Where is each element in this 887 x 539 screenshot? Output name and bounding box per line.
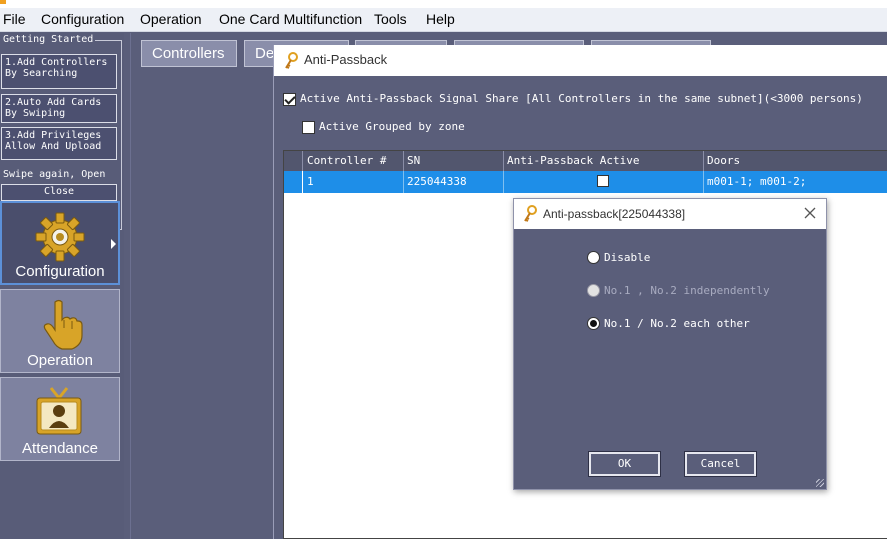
cancel-button[interactable]: Cancel: [684, 451, 757, 477]
title-fragment: [0, 0, 6, 4]
resize-grip-icon[interactable]: [816, 479, 824, 487]
nav-attendance[interactable]: Attendance: [0, 377, 120, 461]
menu-help[interactable]: Help: [426, 11, 455, 27]
grouped-by-zone-label: Active Grouped by zone: [319, 120, 465, 133]
hand-pointer-icon: [43, 299, 83, 350]
tab-controllers[interactable]: Controllers: [141, 40, 237, 67]
menu-tools[interactable]: Tools: [374, 11, 407, 27]
grid-header: Controller # SN Anti-Passback Active Doo…: [284, 151, 887, 171]
step-sublabel: By Swiping: [5, 108, 66, 119]
sidebar: Getting Started 1.Add Controllers By Sea…: [0, 33, 124, 539]
signal-share-checkbox[interactable]: [283, 93, 296, 106]
nav-attendance-label: Attendance: [22, 440, 98, 457]
window-title: Anti-Passback: [304, 52, 388, 67]
nav-configuration[interactable]: Configuration: [0, 201, 120, 285]
row-indicator: [284, 171, 303, 193]
close-getting-started-button[interactable]: Close: [1, 184, 117, 201]
nav-operation-label: Operation: [27, 352, 93, 369]
ok-button[interactable]: OK: [588, 451, 661, 477]
cell-sn[interactable]: 225044338: [404, 171, 504, 193]
radio-independently-label: No.1 , No.2 independently: [604, 284, 770, 297]
anti-passback-dialog: Anti-passback[225044338] Disable No.1 , …: [513, 198, 827, 490]
key-icon: [524, 205, 537, 222]
column-header-sn[interactable]: SN: [404, 151, 504, 171]
menu-bar: File Configuration Operation One Card Mu…: [0, 8, 887, 32]
radio-each-other-label: No.1 / No.2 each other: [604, 317, 750, 330]
nav-configuration-label: Configuration: [15, 263, 105, 280]
window-titlebar: Anti-Passback: [274, 45, 887, 76]
menu-file[interactable]: File: [3, 11, 26, 27]
key-icon: [285, 52, 298, 69]
step-label: 3.Add Privileges: [5, 130, 102, 141]
add-controllers-button[interactable]: 1.Add Controllers By Searching: [1, 54, 117, 89]
radio-independently: [587, 284, 600, 297]
close-icon[interactable]: [802, 205, 818, 221]
gear-icon: [35, 212, 85, 262]
step-sublabel: By Searching: [5, 68, 78, 79]
grid-header-indicator: [284, 151, 303, 171]
cell-controller[interactable]: 1: [304, 171, 404, 193]
column-header-anti-passback-active[interactable]: Anti-Passback Active: [504, 151, 704, 171]
cell-doors[interactable]: m001-1; m001-2;: [704, 171, 887, 193]
grouped-by-zone-checkbox[interactable]: [302, 121, 315, 134]
getting-started-legend: Getting Started: [0, 34, 96, 46]
chevron-right-icon: [111, 239, 116, 249]
column-header-controller[interactable]: Controller #: [304, 151, 404, 171]
radio-each-other[interactable]: [587, 317, 600, 330]
dialog-title: Anti-passback[225044338]: [543, 207, 686, 221]
column-header-doors[interactable]: Doors: [704, 151, 887, 171]
menu-one-card-multifunction[interactable]: One Card Multifunction: [219, 11, 362, 27]
step-label: 2.Auto Add Cards: [5, 97, 102, 108]
signal-share-label: Active Anti-Passback Signal Share [All C…: [300, 92, 863, 105]
nav-operation[interactable]: Operation: [0, 289, 120, 373]
swipe-hint: Swipe again, Open: [3, 169, 106, 180]
step-sublabel: Allow And Upload: [5, 141, 102, 152]
id-badge-icon: [36, 387, 82, 435]
dialog-titlebar: Anti-passback[225044338]: [514, 199, 826, 229]
menu-configuration[interactable]: Configuration: [41, 11, 124, 27]
cell-anti-passback-active[interactable]: [504, 171, 704, 193]
add-privileges-button[interactable]: 3.Add Privileges Allow And Upload: [1, 127, 117, 160]
step-label: 1.Add Controllers: [5, 57, 108, 68]
radio-disable[interactable]: [587, 251, 600, 264]
menu-operation[interactable]: Operation: [140, 11, 201, 27]
anti-passback-active-checkbox[interactable]: [597, 175, 609, 187]
table-row[interactable]: 1 225044338 m001-1; m001-2;: [284, 171, 887, 193]
top-strip: [0, 0, 887, 8]
radio-disable-label: Disable: [604, 251, 651, 264]
auto-add-cards-button[interactable]: 2.Auto Add Cards By Swiping: [1, 94, 117, 123]
